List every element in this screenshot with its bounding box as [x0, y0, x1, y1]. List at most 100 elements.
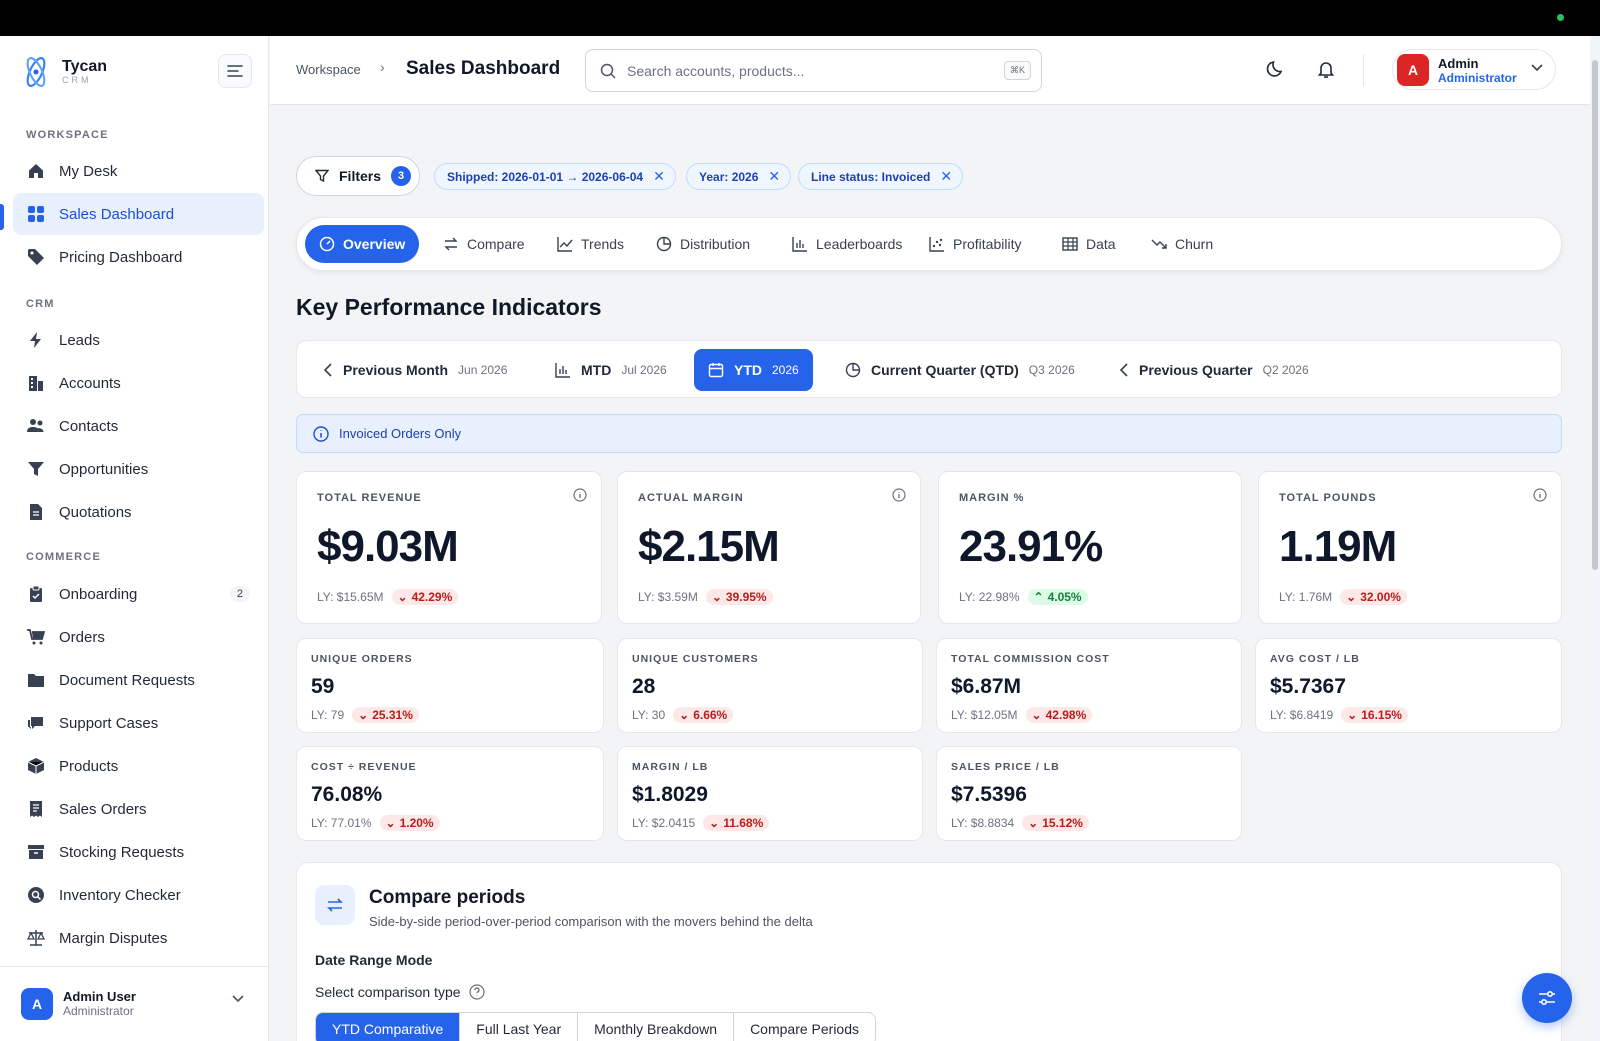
grid-icon — [27, 205, 45, 223]
scrollbar-thumb[interactable] — [1592, 60, 1598, 570]
collapse-sidebar-button[interactable] — [218, 54, 252, 88]
kpi-last-year: LY: $6.8419 — [1270, 708, 1334, 722]
info-banner: Invoiced Orders Only — [296, 414, 1562, 453]
sidebar-item-onboarding[interactable]: Onboarding 2 — [13, 573, 264, 615]
sidebar-item-inventory-checker[interactable]: Inventory Checker — [13, 874, 264, 916]
moon-icon — [1266, 61, 1283, 77]
brand[interactable]: Tycan CRM — [22, 54, 107, 90]
user-menu-button[interactable]: A Admin Administrator — [1392, 49, 1556, 90]
close-icon[interactable]: ✕ — [940, 168, 952, 185]
avatar: A — [21, 988, 53, 1020]
sidebar-item-label: My Desk — [59, 162, 118, 180]
option-monthly-breakdown[interactable]: Monthly Breakdown — [578, 1013, 735, 1041]
kpi-comparison: LY: 1.76M ⌄ 32.00% — [1279, 589, 1407, 605]
info-icon[interactable] — [892, 488, 906, 502]
period-previous-quarter[interactable]: Previous Quarter Q2 2026 — [1105, 349, 1323, 391]
period-ytd[interactable]: YTD 2026 — [694, 349, 813, 391]
kpi-label: TOTAL COMMISSION COST — [951, 653, 1110, 665]
sidebar-item-support-cases[interactable]: Support Cases — [13, 702, 264, 744]
period-qtd[interactable]: Current Quarter (QTD) Q3 2026 — [831, 349, 1089, 391]
brand-sub: CRM — [62, 75, 92, 85]
info-icon[interactable] — [573, 488, 587, 502]
filters-label: Filters — [339, 168, 382, 184]
clipboard-icon — [27, 585, 45, 603]
kpi-label: UNIQUE CUSTOMERS — [632, 653, 759, 665]
delta-value: 42.98% — [1045, 708, 1087, 722]
dark-mode-toggle[interactable] — [1265, 58, 1287, 80]
arrow-down-icon: ⌄ — [711, 590, 722, 604]
compare-subtitle: Side-by-side period-over-period comparis… — [369, 914, 813, 929]
tab-distribution[interactable]: Distribution — [642, 225, 764, 263]
delta-badge: ⌄ 15.12% — [1022, 815, 1089, 831]
tab-label: Leaderboards — [816, 236, 903, 252]
sidebar-item-contacts[interactable]: Contacts — [13, 405, 264, 447]
kpi-label: UNIQUE ORDERS — [311, 653, 413, 665]
delta-badge: ⌃ 4.05% — [1027, 589, 1088, 605]
kpi-comparison: LY: $12.05M ⌄ 42.98% — [951, 707, 1093, 723]
period-sub: Jul 2026 — [621, 363, 667, 377]
option-ytd-comparative[interactable]: YTD Comparative — [316, 1013, 461, 1041]
sidebar-item-pricing-dashboard[interactable]: Pricing Dashboard — [13, 236, 264, 278]
close-icon[interactable]: ✕ — [653, 168, 665, 185]
kpi-label: SALES PRICE / LB — [951, 761, 1060, 773]
pie-icon — [656, 236, 672, 252]
delta-badge: ⌄ 42.29% — [391, 589, 459, 605]
sidebar-item-sales-dashboard[interactable]: Sales Dashboard — [13, 193, 264, 235]
chip-label: Shipped: 2026-01-01 → 2026-06-04 — [447, 169, 644, 184]
notifications-button[interactable] — [1315, 58, 1337, 80]
chevron-down-icon — [1531, 64, 1543, 72]
help-icon[interactable] — [468, 984, 485, 1000]
search-input[interactable] — [627, 60, 987, 82]
pie-icon — [845, 362, 861, 378]
settings-fab-button[interactable] — [1522, 973, 1572, 1023]
tab-churn[interactable]: Churn — [1137, 225, 1227, 263]
sidebar-item-leads[interactable]: Leads — [13, 319, 264, 361]
period-previous-month[interactable]: Previous Month Jun 2026 — [309, 349, 521, 391]
sidebar-item-margin-disputes[interactable]: Margin Disputes — [13, 917, 264, 959]
sidebar-user-footer[interactable]: A Admin User Administrator — [0, 966, 268, 1041]
period-label: YTD — [734, 362, 762, 378]
sidebar-item-quotations[interactable]: Quotations — [13, 491, 264, 533]
sidebar-item-products[interactable]: Products — [13, 745, 264, 787]
delta-value: 11.68% — [723, 816, 764, 830]
search-box[interactable]: ⌘K — [585, 49, 1042, 92]
tab-label: Overview — [343, 236, 406, 252]
sidebar-item-stocking-requests[interactable]: Stocking Requests — [13, 831, 264, 873]
sidebar-item-my-desk[interactable]: My Desk — [13, 150, 264, 192]
filters-button[interactable]: Filters 3 — [296, 156, 420, 196]
sidebar-item-document-requests[interactable]: Document Requests — [13, 659, 264, 701]
document-icon — [27, 503, 45, 521]
filter-chip-shipped[interactable]: Shipped: 2026-01-01 → 2026-06-04 ✕ — [434, 163, 676, 190]
option-full-last-year[interactable]: Full Last Year — [460, 1013, 579, 1041]
tab-trends[interactable]: Trends — [543, 225, 638, 263]
kpi-comparison: LY: $15.65M ⌄ 42.29% — [317, 589, 459, 605]
close-icon[interactable]: ✕ — [768, 168, 780, 185]
kpi-comparison: LY: $2.0415 ⌄ 11.68% — [632, 815, 770, 831]
info-icon — [313, 425, 329, 442]
sidebar-item-opportunities[interactable]: Opportunities — [13, 448, 264, 490]
breadcrumb-chevron-icon: › — [380, 59, 385, 75]
info-icon[interactable] — [1533, 488, 1547, 502]
tab-profitability[interactable]: Profitability — [915, 225, 1035, 263]
filter-chip-line-status[interactable]: Line status: Invoiced ✕ — [798, 163, 964, 190]
trend-down-icon — [1151, 239, 1167, 249]
arrow-down-icon: ⌄ — [1031, 708, 1042, 722]
tab-overview[interactable]: Overview — [305, 225, 420, 263]
kpi-last-year: LY: 1.76M — [1279, 590, 1333, 604]
tab-compare[interactable]: Compare — [429, 225, 539, 263]
tab-leaderboards[interactable]: Leaderboards — [778, 225, 916, 263]
chevron-left-icon — [323, 363, 332, 377]
sidebar-item-accounts[interactable]: Accounts — [13, 362, 264, 404]
kpi-comparison: LY: 77.01% ⌄ 1.20% — [311, 815, 440, 831]
sidebar-item-orders[interactable]: Orders — [13, 616, 264, 658]
delta-value: 1.20% — [399, 816, 434, 830]
tab-data[interactable]: Data — [1048, 225, 1130, 263]
filter-chip-year[interactable]: Year: 2026 ✕ — [686, 163, 792, 190]
period-mtd[interactable]: MTD Jul 2026 — [541, 349, 681, 391]
chevron-down-icon[interactable] — [232, 995, 244, 1003]
arrow-down-icon: ⌄ — [358, 708, 369, 722]
breadcrumb-workspace[interactable]: Workspace — [296, 62, 361, 77]
option-compare-periods[interactable]: Compare Periods — [734, 1013, 875, 1041]
sidebar-item-sales-orders[interactable]: Sales Orders — [13, 788, 264, 830]
building-icon — [27, 374, 45, 392]
